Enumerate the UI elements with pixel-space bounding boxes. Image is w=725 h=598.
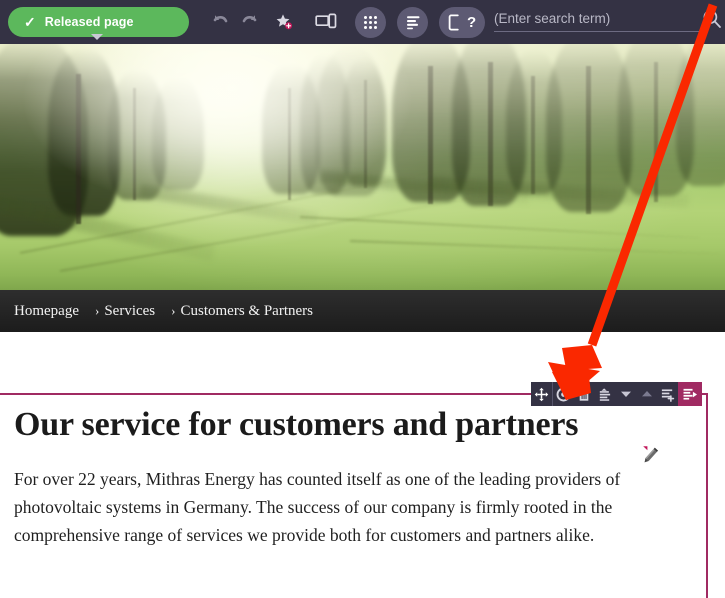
star-plus-icon[interactable] [269,7,299,37]
element-toolbar [531,382,702,406]
content-paragraph: For over 22 years, Mithras Energy has co… [14,469,621,546]
apps-grid-dots [364,15,377,29]
search-input[interactable] [494,6,701,32]
mobile-help-icon[interactable]: ? [439,6,486,38]
breadcrumb-separator: › [171,303,176,318]
selected-content-element[interactable]: Our service for customers and partners F… [0,382,708,598]
move-icon[interactable] [531,382,552,406]
undo-icon[interactable] [205,7,235,37]
released-page-dropdown-caret[interactable] [91,34,103,40]
help-question-mark: ? [467,13,477,31]
show-more-icon[interactable] [678,382,702,406]
breadcrumb: Homepage › Services › Customers & Partne… [0,290,725,332]
hero-image [0,44,725,290]
devices-icon[interactable] [311,7,341,37]
released-page-status-button[interactable]: ✓ Released page [8,7,189,37]
delete-trash-icon[interactable] [573,382,594,406]
history-clock-icon[interactable] [552,382,573,406]
chevron-down-icon[interactable] [615,382,636,406]
apps-grid-icon[interactable] [355,6,386,38]
add-element-icon[interactable] [657,382,678,406]
search-area [494,6,721,38]
breadcrumb-item-customers-partners[interactable]: Customers & Partners [181,303,314,320]
released-page-label: Released page [44,15,134,29]
breadcrumb-separator: › [94,303,100,318]
page-title: Our service for customers and partners [14,406,579,443]
page-content-area: Our service for customers and partners F… [0,332,725,598]
chevron-up-icon[interactable] [636,382,657,406]
search-icon[interactable] [701,8,723,30]
page-root: ✓ Released page ? (Enter search term) Ho… [0,0,725,598]
top-toolbar: ✓ Released page ? (Enter search term) [0,0,725,44]
pencil-edit-icon[interactable] [639,445,661,467]
breadcrumb-item-services[interactable]: Services [104,303,155,320]
breadcrumb-item-homepage[interactable]: Homepage [14,303,79,320]
check-icon: ✓ [24,14,36,30]
redo-icon[interactable] [235,7,265,37]
content-list-icon[interactable] [397,6,428,38]
edit-properties-icon[interactable] [594,382,615,406]
